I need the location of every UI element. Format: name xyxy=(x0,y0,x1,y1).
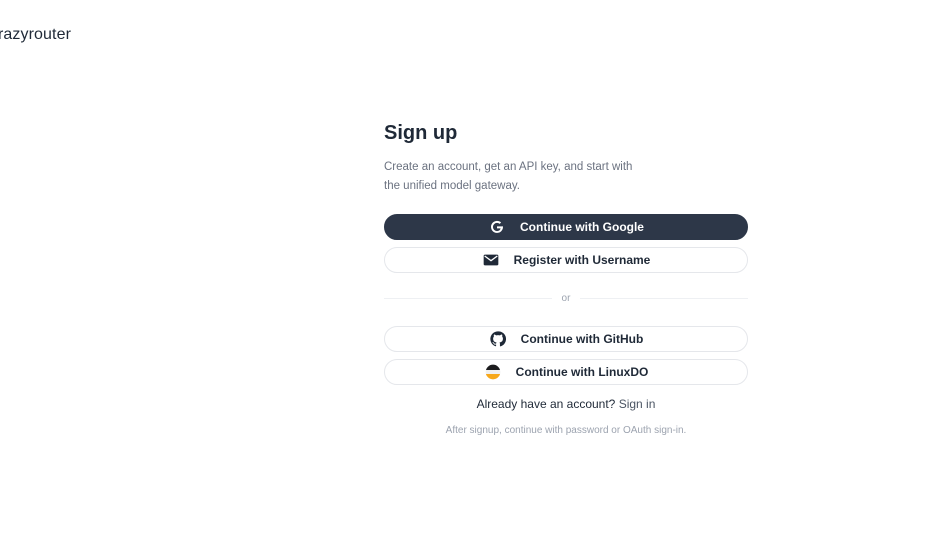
divider-line-left xyxy=(384,298,552,299)
sign-in-link[interactable]: Sign in xyxy=(619,397,656,411)
github-icon xyxy=(489,330,507,348)
divider-line-right xyxy=(580,298,748,299)
username-button-label: Register with Username xyxy=(513,253,651,267)
github-button-label: Continue with GitHub xyxy=(520,332,644,346)
continue-with-google-button[interactable]: Continue with Google xyxy=(384,214,748,240)
continue-with-linuxdo-button[interactable]: Continue with LinuxDO xyxy=(384,359,748,385)
google-icon xyxy=(488,218,506,236)
or-divider: or xyxy=(384,293,748,304)
divider-text: or xyxy=(561,293,571,304)
linuxdo-button-label: Continue with LinuxDO xyxy=(515,365,649,379)
google-button-label: Continue with Google xyxy=(520,220,644,234)
register-with-username-button[interactable]: Register with Username xyxy=(384,247,748,273)
signin-prompt-text: Already have an account? xyxy=(476,397,616,411)
footer-note: After signup, continue with password or … xyxy=(445,425,687,436)
mail-icon xyxy=(482,251,500,269)
signup-page: razyrouter Sign up Create an account, ge… xyxy=(0,0,950,534)
page-subtitle: Create an account, get an API key, and s… xyxy=(384,161,633,192)
signin-prompt: Already have an account? Sign in xyxy=(384,397,748,411)
continue-with-github-button[interactable]: Continue with GitHub xyxy=(384,326,748,352)
brand-logo-text[interactable]: razyrouter xyxy=(0,26,71,44)
signup-card: Sign up Create an account, get an API ke… xyxy=(384,120,748,436)
page-title: Sign up xyxy=(384,122,458,144)
linuxdo-icon xyxy=(484,363,502,381)
